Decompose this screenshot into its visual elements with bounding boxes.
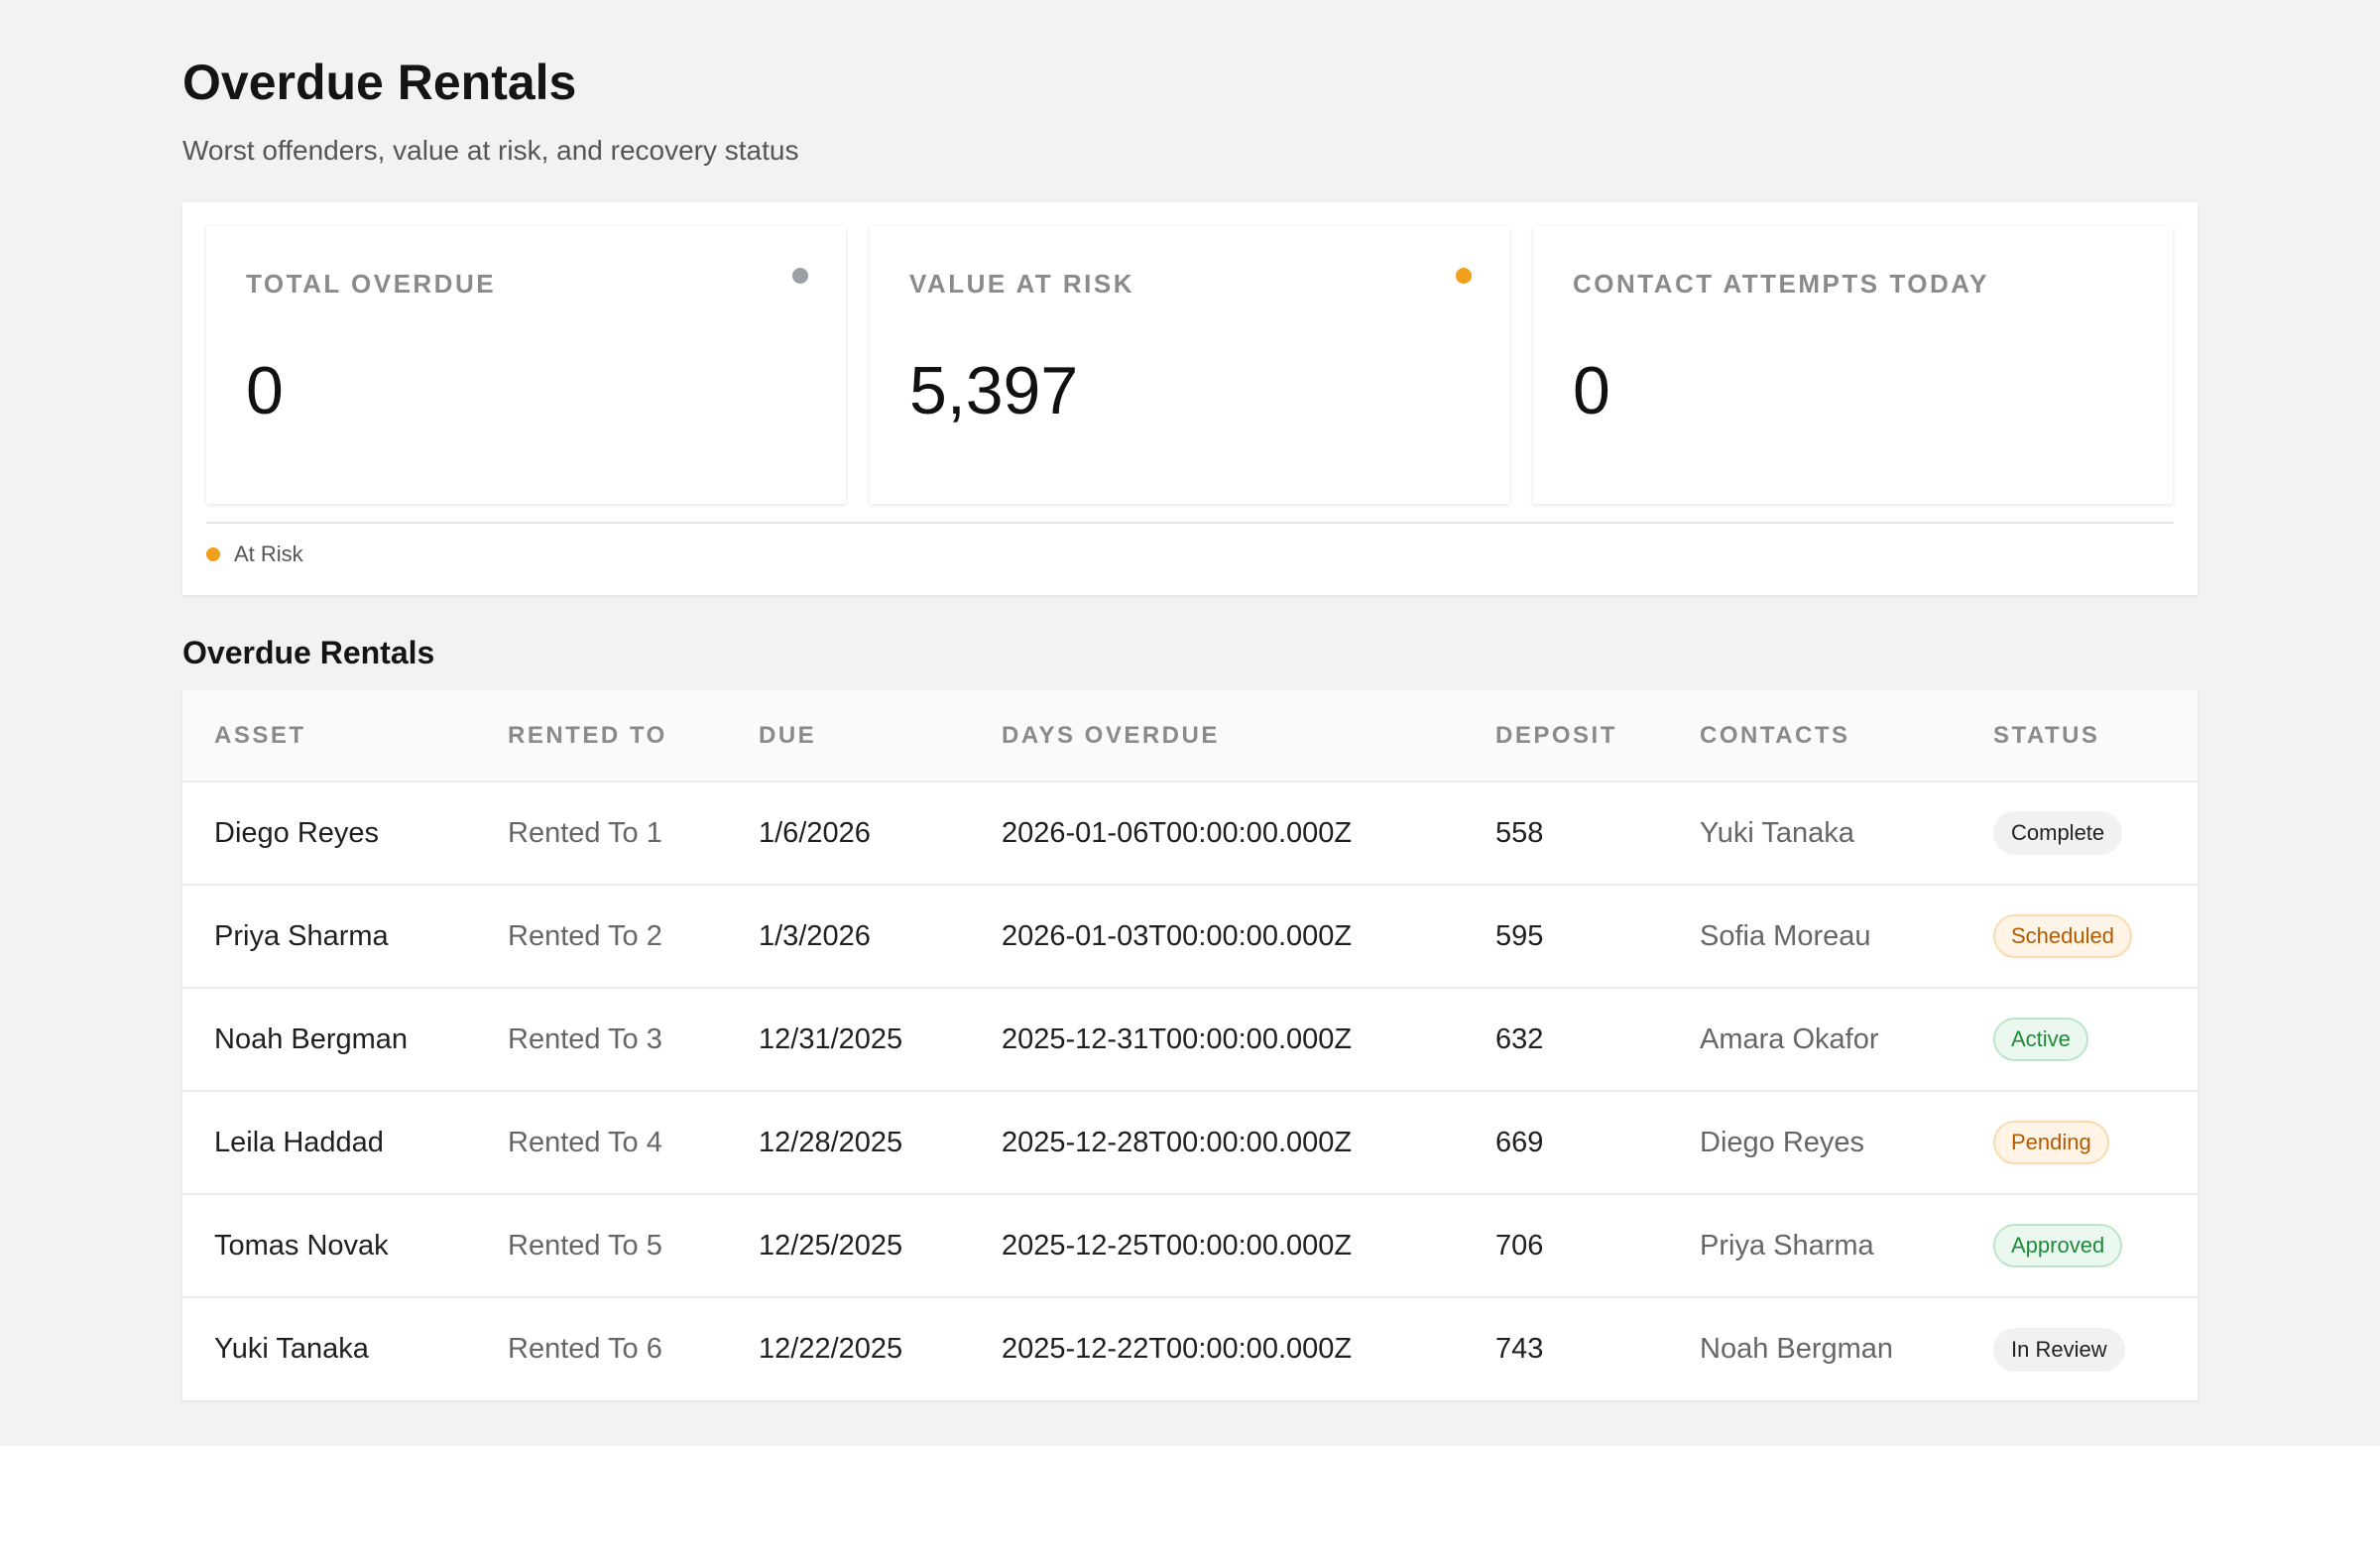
- kpi-value: 0: [1573, 353, 1610, 428]
- divider: [206, 522, 2174, 524]
- overdue-rentals-table-card: ASSET RENTED TO DUE DAYS OVERDUE DEPOSIT…: [182, 690, 2198, 1400]
- status-badge: Approved: [1993, 1224, 2123, 1267]
- kpi-label: CONTACT ATTEMPTS TODAY: [1573, 269, 1989, 299]
- cell-status: In Review: [1962, 1297, 2198, 1400]
- cell-days-overdue: 2025-12-22T00:00:00.000Z: [1002, 1333, 1353, 1365]
- kpi-panel: TOTAL OVERDUE 0 VALUE AT RISK 5,397 CONT…: [182, 202, 2198, 595]
- table-row[interactable]: Yuki Tanaka Rented To 6 12/22/2025 2025-12-…: [182, 1297, 2198, 1400]
- cell-deposit: 743: [1495, 1333, 1544, 1365]
- cell-days-overdue: 2025-12-31T00:00:00.000Z: [1002, 1022, 1353, 1055]
- column-header-days-overdue: DAYS OVERDUE: [1002, 721, 1220, 749]
- cell-status: Active: [1962, 988, 2198, 1091]
- cell-rented-to: Rented To 6: [508, 1333, 662, 1365]
- status-dot-icon: [1456, 268, 1472, 284]
- cell-days-overdue: 2026-01-06T00:00:00.000Z: [1002, 816, 1353, 849]
- status-badge: Complete: [1993, 811, 2123, 855]
- cell-rented-to: Rented To 1: [508, 816, 662, 849]
- cell-deposit: 558: [1495, 816, 1544, 849]
- table-header-row: ASSET RENTED TO DUE DAYS OVERDUE DEPOSIT…: [182, 690, 2198, 782]
- cell-asset: Noah Bergman: [214, 1022, 409, 1055]
- cell-status: Scheduled: [1962, 885, 2198, 988]
- status-badge: In Review: [1993, 1327, 2125, 1372]
- legend-dot-icon: [206, 547, 220, 561]
- table-row[interactable]: Noah Bergman Rented To 3 12/31/2025 2025-12…: [182, 988, 2198, 1091]
- cell-contacts: Amara Okafor: [1700, 1022, 1879, 1055]
- column-header-status: STATUS: [1993, 721, 2100, 749]
- kpi-card-contact-attempts: CONTACT ATTEMPTS TODAY 0: [1533, 226, 2173, 504]
- cell-deposit: 669: [1495, 1126, 1544, 1158]
- cell-deposit: 595: [1495, 919, 1544, 952]
- legend: At Risk: [206, 541, 2174, 567]
- cell-deposit: 706: [1495, 1229, 1544, 1262]
- cell-asset: Priya Sharma: [214, 919, 389, 952]
- cell-days-overdue: 2025-12-25T00:00:00.000Z: [1002, 1229, 1353, 1262]
- cell-asset: Yuki Tanaka: [214, 1333, 369, 1365]
- cell-asset: Tomas Novak: [214, 1229, 389, 1262]
- overdue-rentals-table: ASSET RENTED TO DUE DAYS OVERDUE DEPOSIT…: [182, 690, 2198, 1400]
- kpi-card-value-at-risk: VALUE AT RISK 5,397: [870, 226, 1509, 504]
- kpi-value: 5,397: [909, 353, 1079, 428]
- cell-due: 12/22/2025: [759, 1333, 903, 1365]
- table-body: Diego Reyes Rented To 1 1/6/2026 2026-01-06…: [182, 782, 2198, 1400]
- cell-status: Approved: [1962, 1194, 2198, 1297]
- cell-contacts: Yuki Tanaka: [1700, 816, 1854, 849]
- cell-due: 1/3/2026: [759, 919, 871, 952]
- column-header-contacts: CONTACTS: [1700, 721, 1850, 749]
- status-dot-icon: [792, 268, 808, 284]
- kpi-label: TOTAL OVERDUE: [246, 269, 497, 299]
- cell-contacts: Noah Bergman: [1700, 1333, 1894, 1365]
- cell-rented-to: Rented To 5: [508, 1229, 662, 1262]
- column-header-asset: ASSET: [214, 721, 306, 749]
- cell-days-overdue: 2025-12-28T00:00:00.000Z: [1002, 1126, 1353, 1158]
- status-badge: Scheduled: [1993, 914, 2132, 958]
- cell-status: Complete: [1962, 782, 2198, 885]
- kpi-value: 0: [246, 353, 284, 428]
- status-badge: Active: [1993, 1018, 2088, 1061]
- cell-days-overdue: 2026-01-03T00:00:00.000Z: [1002, 919, 1353, 952]
- legend-label: At Risk: [234, 541, 303, 566]
- cell-due: 12/28/2025: [759, 1126, 903, 1158]
- table-row[interactable]: Diego Reyes Rented To 1 1/6/2026 2026-01-06…: [182, 782, 2198, 885]
- kpi-card-total-overdue: TOTAL OVERDUE 0: [206, 226, 846, 504]
- column-header-due: DUE: [759, 721, 817, 749]
- cell-due: 12/31/2025: [759, 1022, 903, 1055]
- section-title: Overdue Rentals: [182, 635, 435, 670]
- cell-contacts: Priya Sharma: [1700, 1229, 1874, 1262]
- table-row[interactable]: Leila Haddad Rented To 4 12/28/2025 2025-12…: [182, 1091, 2198, 1194]
- cell-asset: Diego Reyes: [214, 816, 380, 849]
- cell-rented-to: Rented To 2: [508, 919, 662, 952]
- cell-deposit: 632: [1495, 1022, 1544, 1055]
- cell-due: 1/6/2026: [759, 816, 871, 849]
- cell-rented-to: Rented To 3: [508, 1022, 662, 1055]
- status-badge: Pending: [1993, 1121, 2109, 1164]
- cell-rented-to: Rented To 4: [508, 1126, 662, 1158]
- cell-status: Pending: [1962, 1091, 2198, 1194]
- kpi-label: VALUE AT RISK: [909, 269, 1135, 299]
- cell-contacts: Sofia Moreau: [1700, 919, 1871, 952]
- kpi-row: TOTAL OVERDUE 0 VALUE AT RISK 5,397 CONT…: [206, 226, 2174, 504]
- table-row[interactable]: Tomas Novak Rented To 5 12/25/2025 2025-12-…: [182, 1194, 2198, 1297]
- table-header: ASSET RENTED TO DUE DAYS OVERDUE DEPOSIT…: [182, 690, 2198, 782]
- page-title: Overdue Rentals: [182, 55, 577, 110]
- cell-due: 12/25/2025: [759, 1229, 903, 1262]
- cell-asset: Leila Haddad: [214, 1126, 384, 1158]
- table-row[interactable]: Priya Sharma Rented To 2 1/3/2026 2026-01-0…: [182, 885, 2198, 988]
- column-header-rented-to: RENTED TO: [508, 721, 667, 749]
- column-header-deposit: DEPOSIT: [1495, 721, 1617, 749]
- cell-contacts: Diego Reyes: [1700, 1126, 1865, 1158]
- page-subtitle: Worst offenders, value at risk, and reco…: [182, 135, 799, 166]
- page: Overdue Rentals Worst offenders, value a…: [0, 0, 2380, 1446]
